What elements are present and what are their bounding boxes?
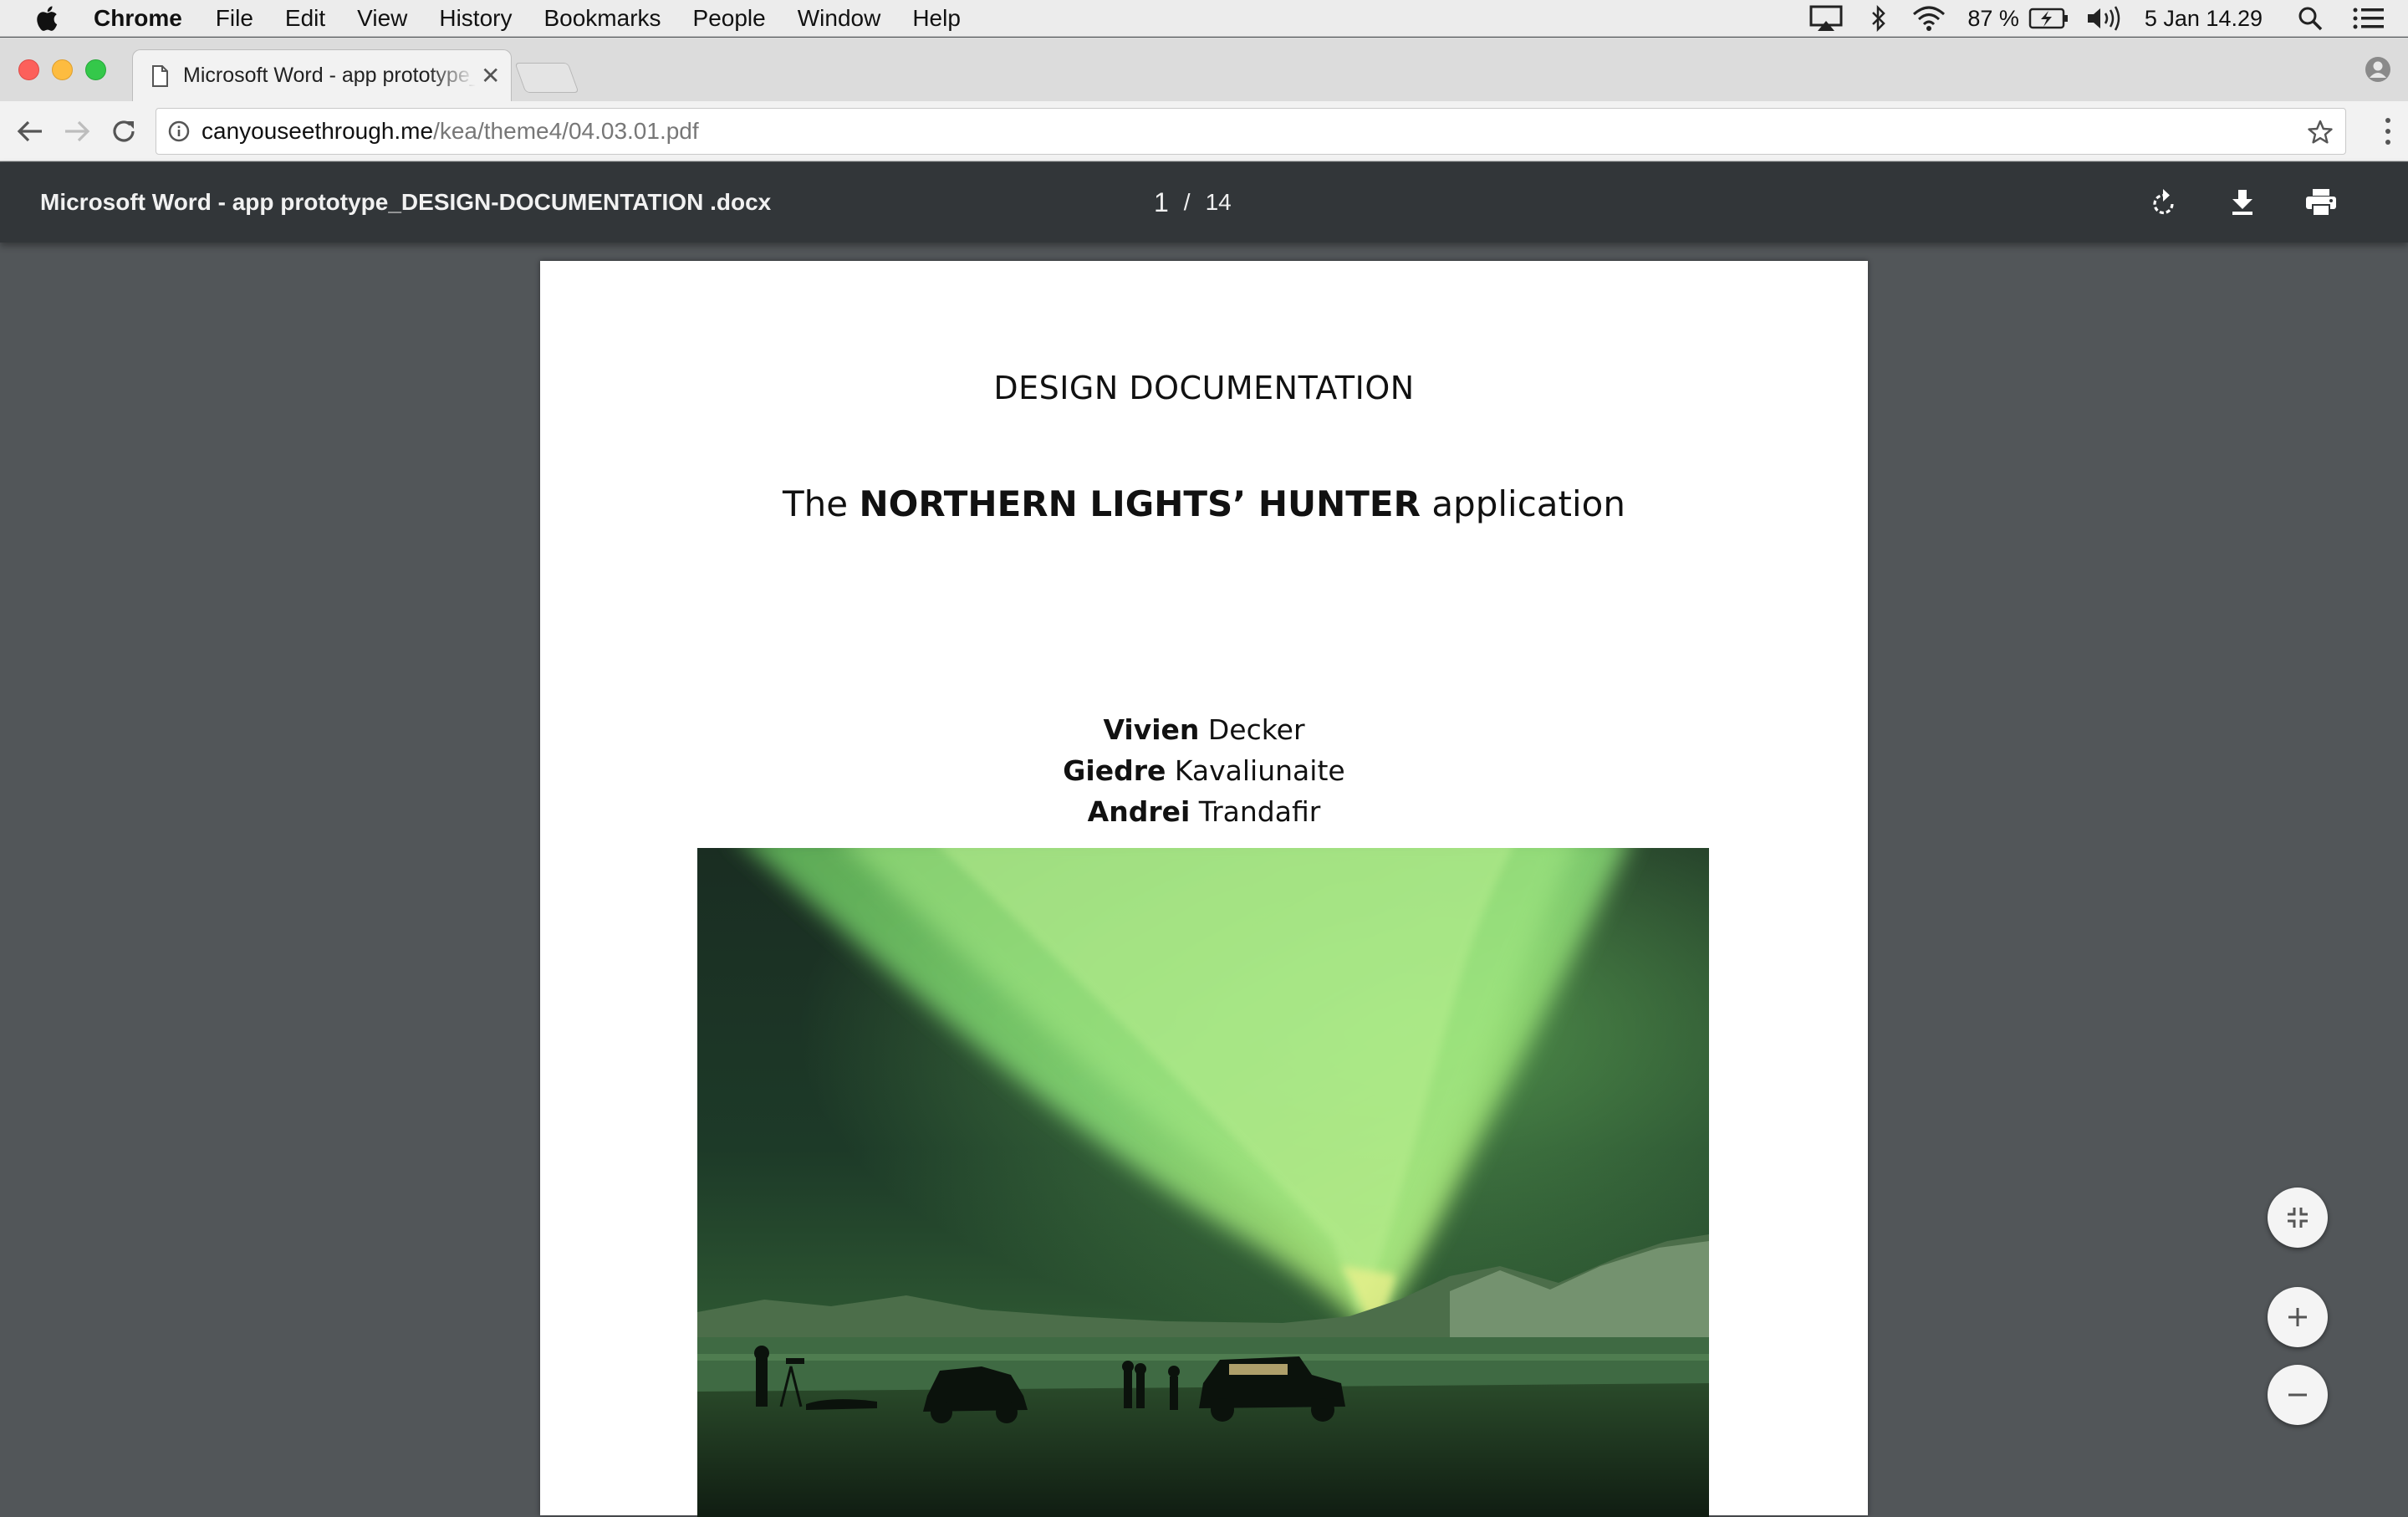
- menubar-clock[interactable]: 5 Jan 14.29: [2145, 6, 2263, 32]
- zoom-in-icon: [2288, 1308, 2307, 1326]
- rotate-icon[interactable]: [2144, 182, 2184, 222]
- back-icon[interactable]: [15, 116, 45, 146]
- menu-people[interactable]: People: [693, 5, 766, 32]
- page-selector: 1 / 14: [1154, 162, 1232, 243]
- window-maximize-button[interactable]: [85, 59, 106, 80]
- window-close-button[interactable]: [18, 59, 39, 80]
- aurora-photo: [697, 848, 1709, 1517]
- window-minimize-button[interactable]: [52, 59, 73, 80]
- menu-history[interactable]: History: [439, 5, 512, 32]
- info-icon[interactable]: [168, 120, 190, 142]
- profile-icon[interactable]: [2365, 56, 2391, 83]
- browser-toolbar: canyouseethrough.me/kea/theme4/04.03.01.…: [0, 101, 2408, 161]
- address-bar[interactable]: canyouseethrough.me/kea/theme4/04.03.01.…: [156, 108, 2346, 155]
- print-icon[interactable]: [2301, 182, 2341, 222]
- aurora-illustration: [697, 848, 1709, 1517]
- mac-menubar: Chrome File Edit View History Bookmarks …: [0, 0, 2408, 37]
- forward-icon[interactable]: [62, 116, 92, 146]
- author-line: Vivien Decker: [540, 709, 1868, 750]
- menu-bookmarks[interactable]: Bookmarks: [543, 5, 661, 32]
- menu-window[interactable]: Window: [798, 5, 881, 32]
- apple-icon[interactable]: [33, 3, 64, 33]
- subtitle-prefix: The: [783, 483, 860, 524]
- author-line: Andrei Trandafir: [540, 791, 1868, 832]
- menu-icon[interactable]: [2383, 116, 2393, 146]
- tab-strip: Microsoft Word - app prototype_DESIGN-DO…: [0, 38, 2408, 101]
- author-last-name: Decker: [1199, 713, 1305, 746]
- total-pages: 14: [1205, 189, 1232, 215]
- author-list: Vivien Decker Giedre Kavaliunaite Andrei…: [540, 709, 1868, 832]
- bluetooth-icon[interactable]: [1864, 0, 1894, 37]
- zoom-out-icon: [2288, 1393, 2307, 1397]
- new-tab-button[interactable]: [514, 63, 579, 93]
- battery-icon[interactable]: [2028, 0, 2071, 37]
- menu-file[interactable]: File: [216, 5, 253, 32]
- tab-title: Microsoft Word - app prototype_DESIGN-DO…: [183, 64, 476, 87]
- spotlight-icon[interactable]: [2296, 0, 2324, 37]
- document-icon: [152, 64, 168, 87]
- author-last-name: Trandafir: [1190, 795, 1321, 828]
- volume-icon[interactable]: [2086, 0, 2123, 37]
- zoom-in-button[interactable]: [2268, 1287, 2328, 1347]
- subtitle-suffix: application: [1420, 483, 1625, 524]
- document-subtitle: The NORTHERN LIGHTS’ HUNTER application: [540, 483, 1868, 524]
- author-first-name: Vivien: [1103, 713, 1200, 746]
- menu-help[interactable]: Help: [912, 5, 961, 32]
- airplay-icon[interactable]: [1802, 0, 1850, 37]
- author-first-name: Andrei: [1087, 795, 1191, 828]
- fit-page-icon: [2288, 1208, 2308, 1228]
- close-icon[interactable]: ✕: [481, 62, 500, 89]
- author-line: Giedre Kavaliunaite: [540, 750, 1868, 791]
- reload-icon[interactable]: [109, 116, 139, 146]
- author-first-name: Giedre: [1063, 754, 1166, 787]
- url-text: canyouseethrough.me/kea/theme4/04.03.01.…: [202, 118, 699, 145]
- menu-edit[interactable]: Edit: [285, 5, 325, 32]
- url-host: canyouseethrough.me: [202, 118, 434, 144]
- menu-app-chrome[interactable]: Chrome: [94, 5, 182, 32]
- page-separator: /: [1183, 189, 1191, 215]
- document-heading: DESIGN DOCUMENTATION: [993, 370, 1415, 406]
- pdf-document-title: Microsoft Word - app prototype_DESIGN-DO…: [40, 189, 772, 215]
- subtitle-app-name: NORTHERN LIGHTS’ HUNTER: [859, 483, 1421, 524]
- zoom-out-button[interactable]: [2268, 1365, 2328, 1425]
- download-icon[interactable]: [2222, 182, 2263, 222]
- current-page-input[interactable]: 1: [1154, 187, 1169, 218]
- menu-view[interactable]: View: [357, 5, 407, 32]
- pdf-toolbar: Microsoft Word - app prototype_DESIGN-DO…: [0, 162, 2408, 243]
- pdf-page: DESIGN DOCUMENTATION The NORTHERN LIGHTS…: [540, 261, 1868, 1517]
- battery-percentage: 87 %: [1967, 5, 2019, 31]
- url-path: /kea/theme4/04.03.01.pdf: [433, 118, 699, 144]
- wifi-icon[interactable]: [1909, 0, 1949, 37]
- author-last-name: Kavaliunaite: [1166, 754, 1345, 787]
- fit-page-button[interactable]: [2268, 1188, 2328, 1248]
- notification-center-icon[interactable]: [2353, 0, 2385, 37]
- star-icon[interactable]: [2307, 119, 2334, 146]
- browser-tab-active[interactable]: Microsoft Word - app prototype_DESIGN-DO…: [132, 49, 512, 101]
